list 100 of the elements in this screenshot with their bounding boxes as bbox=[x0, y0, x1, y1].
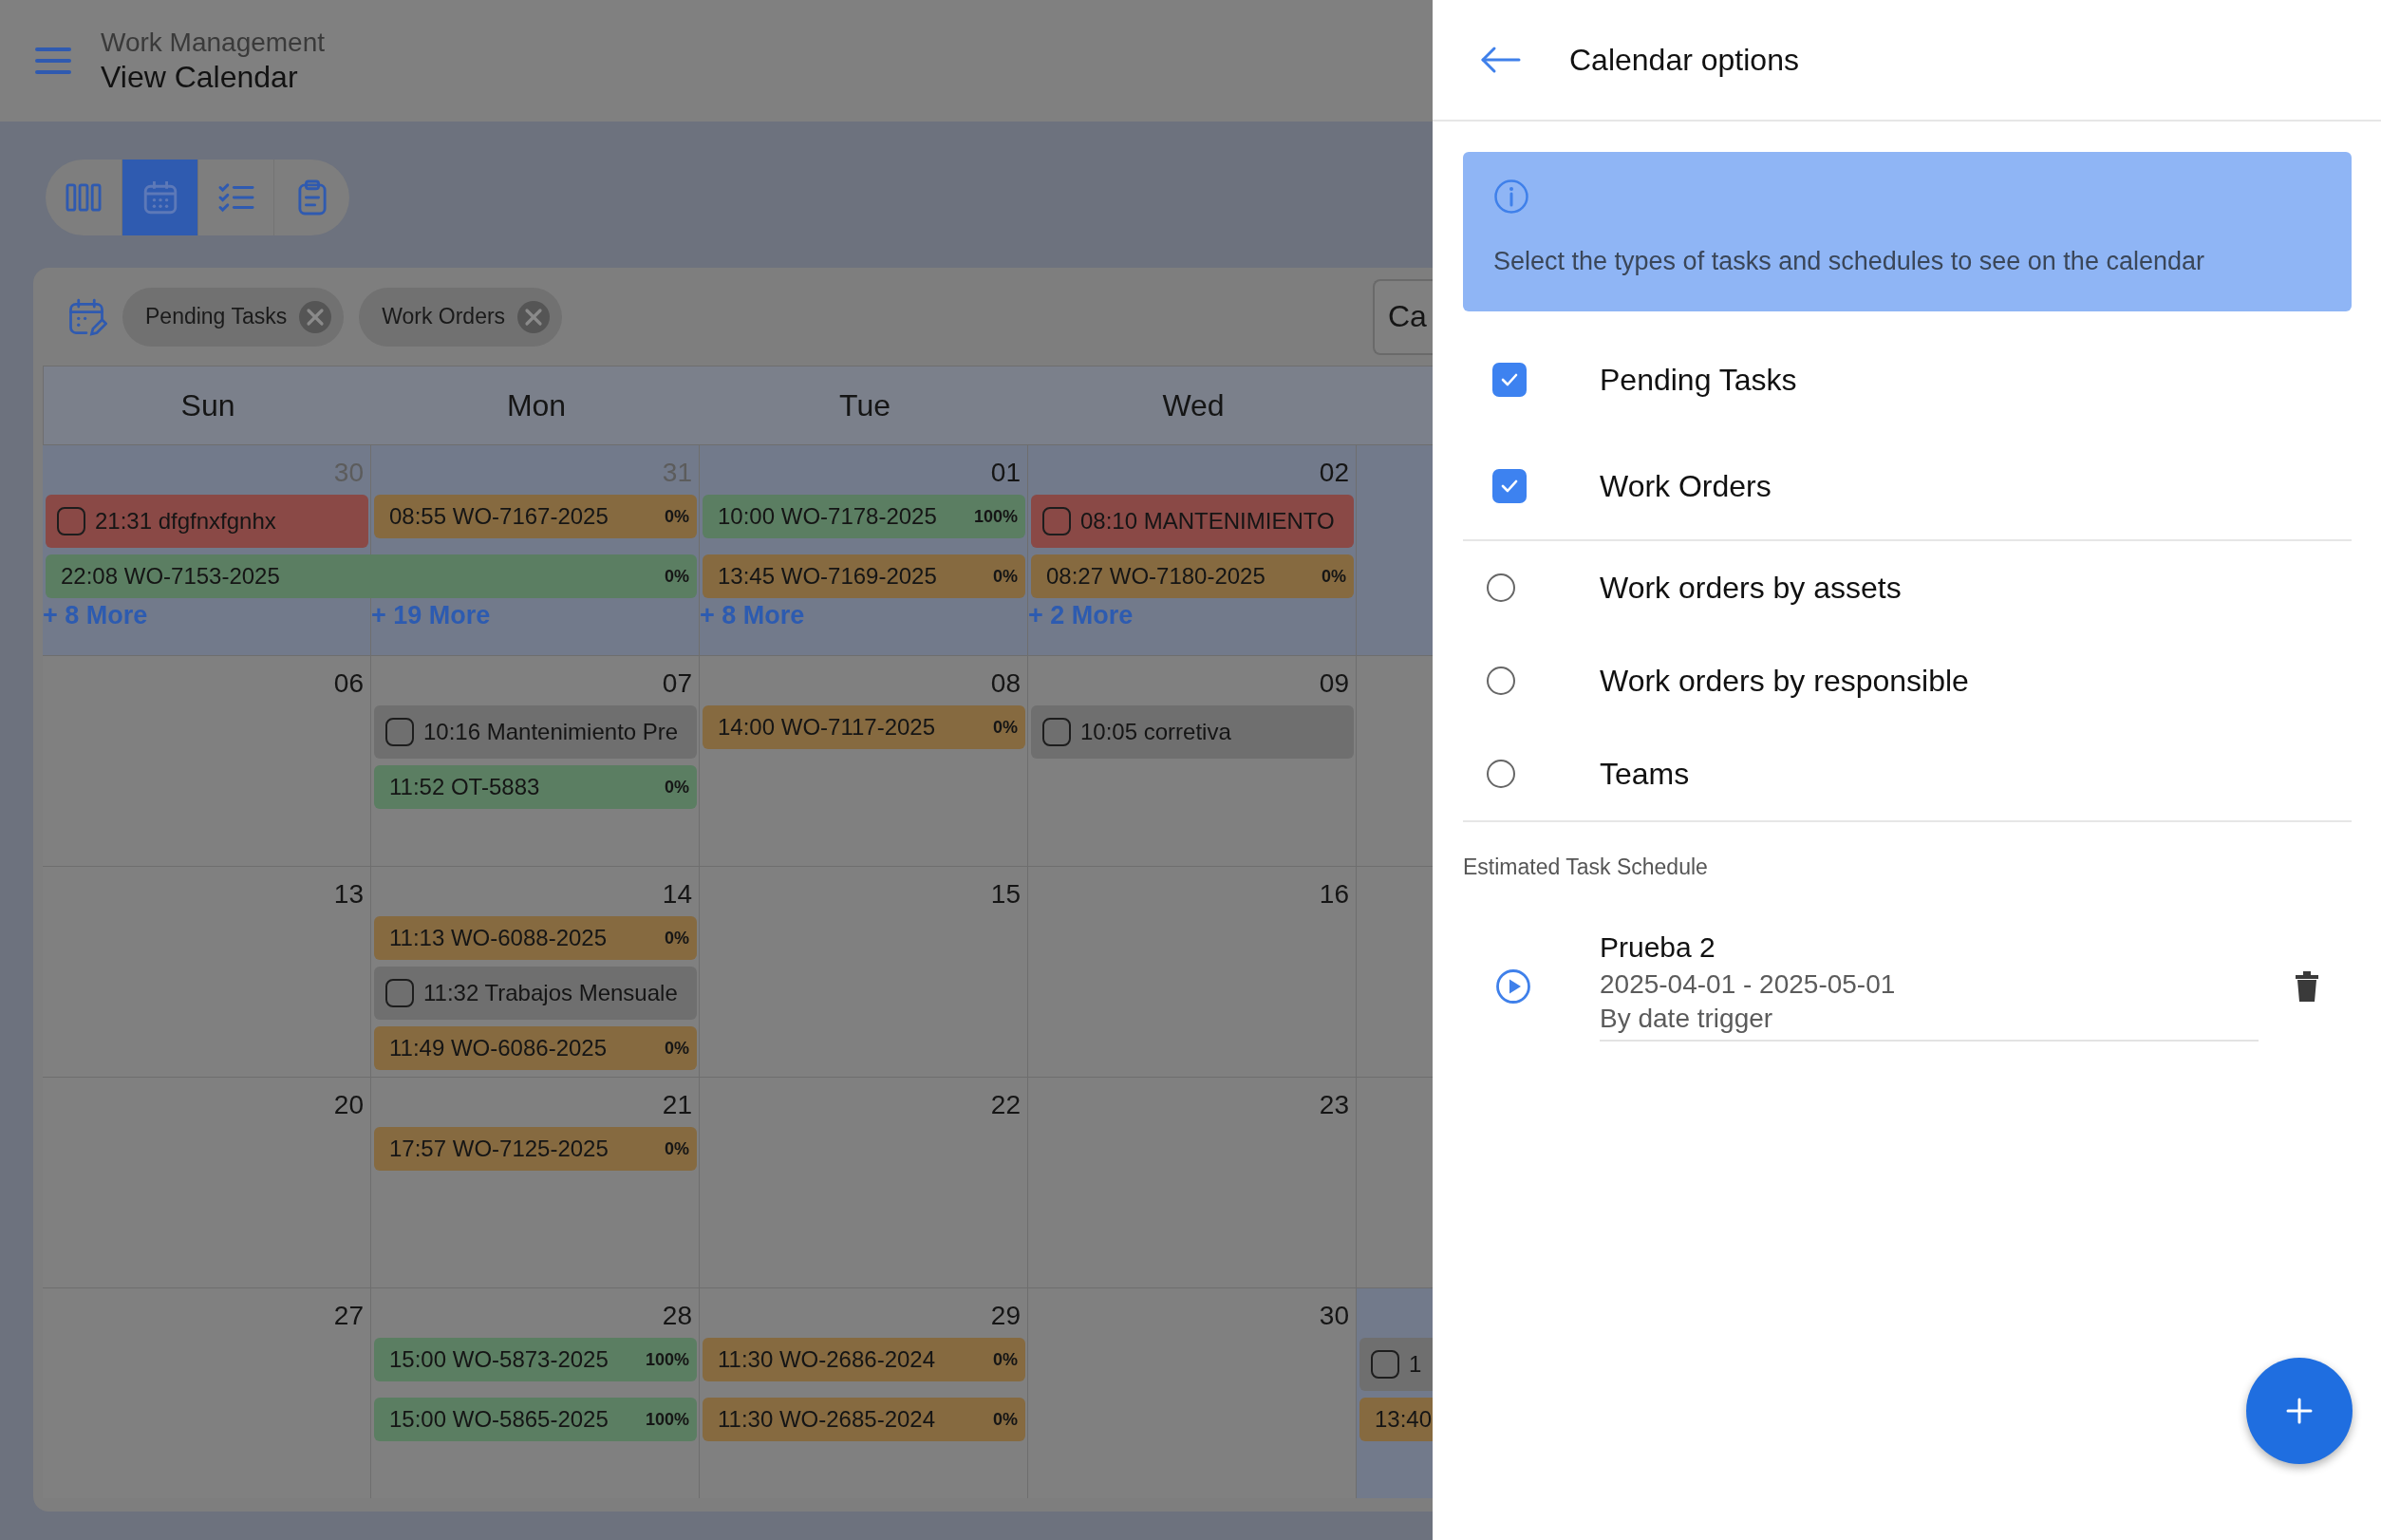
progress-label: 100% bbox=[645, 1349, 689, 1370]
radio-button[interactable] bbox=[1487, 760, 1515, 788]
event-title: 10:00 WO-7178-2025 bbox=[718, 503, 937, 530]
event-title: 08:27 WO-7180-2025 bbox=[1046, 563, 1265, 590]
progress-label: 0% bbox=[665, 506, 689, 527]
date-number: 14 bbox=[662, 879, 692, 910]
chip-label: Work Orders bbox=[382, 304, 506, 329]
page-title: View Calendar bbox=[101, 59, 299, 95]
date-number: 23 bbox=[1319, 1090, 1349, 1120]
progress-label: 0% bbox=[665, 1138, 689, 1159]
event-title: 14:00 WO-7117-2025 bbox=[718, 714, 936, 741]
date-number: 02 bbox=[1319, 458, 1349, 488]
task-event[interactable]: 1 bbox=[1359, 1338, 1433, 1391]
progress-label: 0% bbox=[665, 928, 689, 948]
progress-label: 0% bbox=[993, 1409, 1018, 1430]
option-label: Work Orders bbox=[1600, 468, 1772, 504]
date-number: 15 bbox=[990, 879, 1021, 910]
task-event[interactable]: 10:05 corretiva bbox=[1031, 705, 1354, 759]
checkbox[interactable] bbox=[1492, 363, 1527, 397]
weekday-label: Sun bbox=[179, 386, 236, 424]
work-order-event[interactable]: 11:30 WO-2685-2024 0% bbox=[703, 1398, 1025, 1441]
work-order-event[interactable]: 11:30 WO-2686-2024 0% bbox=[703, 1338, 1025, 1381]
info-icon bbox=[1493, 178, 1529, 215]
work-order-event[interactable]: 17:57 WO-7125-2025 0% bbox=[374, 1127, 697, 1171]
work-order-event[interactable]: 11:13 WO-6088-2025 0% bbox=[374, 916, 697, 960]
task-event[interactable]: 08:10 MANTENIMIENTO bbox=[1031, 495, 1354, 548]
radio-button[interactable] bbox=[1487, 667, 1515, 695]
check-icon bbox=[1500, 479, 1519, 494]
schedule-dates: 2025-04-01 - 2025-05-01 bbox=[1600, 969, 1897, 1000]
date-number: 07 bbox=[662, 668, 692, 699]
progress-label: 0% bbox=[665, 777, 689, 798]
date-number: 29 bbox=[990, 1301, 1021, 1331]
event-title: 22:08 WO-7153-2025 bbox=[61, 563, 280, 590]
close-icon[interactable] bbox=[298, 299, 333, 334]
date-number: 16 bbox=[1319, 879, 1349, 910]
progress-label: 0% bbox=[1322, 566, 1346, 587]
date-number: 08 bbox=[990, 668, 1021, 699]
back-icon[interactable] bbox=[1480, 46, 1522, 74]
date-number: 28 bbox=[662, 1301, 692, 1331]
work-order-event[interactable]: 08:55 WO-7167-2025 0% bbox=[374, 495, 697, 538]
work-order-event[interactable]: 22:08 WO-7153-2025 0% bbox=[46, 554, 697, 598]
event-title: 11:49 WO-6086-2025 bbox=[389, 1035, 608, 1061]
work-order-event[interactable]: 10:00 WO-7178-2025 100% bbox=[703, 495, 1025, 538]
play-icon[interactable] bbox=[1495, 968, 1531, 1005]
checkbox[interactable] bbox=[385, 718, 414, 746]
event-title: 15:00 WO-5865-2025 bbox=[389, 1406, 609, 1433]
date-number: 21 bbox=[662, 1090, 692, 1120]
work-order-event[interactable]: 13:45 WO-7169-2025 0% bbox=[703, 554, 1025, 598]
progress-label: 100% bbox=[645, 1409, 689, 1430]
progress-label: 0% bbox=[993, 1349, 1018, 1370]
event-title: 08:10 MANTENIMIENTO bbox=[1080, 508, 1335, 535]
add-button[interactable] bbox=[2246, 1358, 2353, 1464]
weekday-label: Tue bbox=[838, 386, 891, 424]
radio-button[interactable] bbox=[1487, 573, 1515, 602]
event-title: 11:30 WO-2686-2024 bbox=[718, 1346, 936, 1373]
weekday-label: Mon bbox=[505, 386, 568, 424]
work-order-event[interactable]: 15:00 WO-5873-2025 100% bbox=[374, 1338, 697, 1381]
app-name: Work Management bbox=[101, 27, 326, 58]
date-number: 09 bbox=[1319, 668, 1349, 699]
event-title: 11:32 Trabajos Mensuale bbox=[423, 980, 678, 1006]
event-title: 13:45 WO-7169-2025 bbox=[718, 563, 937, 590]
checkbox[interactable] bbox=[1042, 718, 1071, 746]
info-text: Select the types of tasks and schedules to see on the calendar bbox=[1493, 247, 2205, 276]
event-title: 15:00 WO-5873-2025 bbox=[389, 1346, 609, 1373]
calendar-button[interactable]: Ca bbox=[1373, 278, 1433, 355]
checkbox[interactable] bbox=[1042, 507, 1071, 535]
check-icon bbox=[1500, 372, 1519, 387]
close-icon[interactable] bbox=[516, 299, 552, 334]
date-number: 30 bbox=[1319, 1301, 1349, 1331]
work-order-event[interactable]: 13:40 bbox=[1359, 1398, 1433, 1441]
progress-label: 0% bbox=[665, 566, 689, 587]
section-label: Estimated Task Schedule bbox=[1463, 820, 2352, 880]
checkbox[interactable] bbox=[385, 979, 414, 1007]
work-order-event[interactable]: 11:52 OT-5883 0% bbox=[374, 765, 697, 809]
option-label: Work orders by assets bbox=[1600, 570, 1902, 606]
work-order-event[interactable]: 15:00 WO-5865-2025 100% bbox=[374, 1398, 697, 1441]
checkbox[interactable] bbox=[1371, 1350, 1399, 1379]
option-label: Teams bbox=[1600, 756, 1690, 792]
progress-label: 0% bbox=[993, 566, 1018, 587]
work-order-event[interactable]: 14:00 WO-7117-2025 0% bbox=[703, 705, 1025, 749]
weekday-label: Wed bbox=[1161, 386, 1226, 424]
date-number: 22 bbox=[990, 1090, 1021, 1120]
checkbox[interactable] bbox=[57, 507, 85, 535]
event-title: 21:31 dfgfnxfgnhx bbox=[95, 508, 276, 535]
date-number: 01 bbox=[990, 458, 1021, 488]
event-title: 11:13 WO-6088-2025 bbox=[389, 925, 608, 951]
event-title: 1 bbox=[1409, 1351, 1422, 1378]
work-order-event[interactable]: 08:27 WO-7180-2025 0% bbox=[1031, 554, 1354, 598]
work-order-event[interactable]: 11:49 WO-6086-2025 0% bbox=[374, 1026, 697, 1070]
task-event[interactable]: 11:32 Trabajos Mensuale bbox=[374, 967, 697, 1020]
option-label: Work orders by responsible bbox=[1600, 663, 1969, 699]
delete-icon[interactable] bbox=[2293, 969, 2321, 1004]
option-label: Pending Tasks bbox=[1600, 362, 1797, 398]
event-title: 10:05 corretiva bbox=[1080, 719, 1231, 745]
task-event[interactable]: 10:16 Mantenimiento Pre bbox=[374, 705, 697, 759]
date-number: 06 bbox=[333, 668, 364, 699]
schedule-trigger: By date trigger bbox=[1600, 1004, 1774, 1034]
checkbox[interactable] bbox=[1492, 469, 1527, 503]
progress-label: 0% bbox=[665, 1038, 689, 1059]
task-event[interactable]: 21:31 dfgfnxfgnhx bbox=[46, 495, 368, 548]
